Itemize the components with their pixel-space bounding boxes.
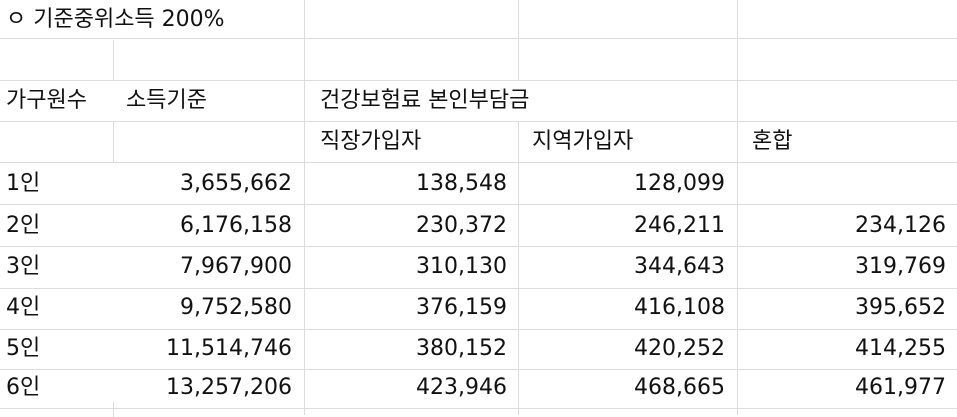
header-premium[interactable]: 건강보험료 본인부담금 (320, 81, 529, 121)
row-households[interactable]: 6인 (6, 368, 40, 408)
row-mixed[interactable]: 234,126 (738, 206, 946, 246)
row-regional[interactable]: 416,108 (519, 288, 725, 328)
grid-line (113, 122, 114, 162)
row-income[interactable]: 13,257,206 (114, 368, 292, 408)
row-employee[interactable]: 138,548 (305, 164, 507, 204)
header-income[interactable]: 소득기준 (126, 81, 207, 121)
row-mixed[interactable]: 414,255 (738, 329, 946, 369)
row-households[interactable]: 2인 (6, 206, 40, 246)
row-households[interactable]: 4인 (6, 288, 40, 328)
row-regional[interactable]: 468,665 (519, 368, 725, 408)
grid-line (113, 40, 114, 80)
grid-line (518, 0, 519, 80)
grid-line (0, 162, 957, 163)
subheader-mixed[interactable]: 혼합 (752, 122, 792, 162)
spreadsheet-grid: ㅇ 기준중위소득 200% 가구원수 소득기준 건강보험료 본인부담금 직장가입… (0, 0, 957, 417)
row-employee[interactable]: 380,152 (305, 329, 507, 369)
row-mixed[interactable]: 395,652 (738, 288, 946, 328)
row-mixed[interactable] (738, 164, 946, 204)
grid-line (0, 121, 957, 122)
row-households[interactable]: 5인 (6, 329, 40, 369)
row-employee[interactable]: 376,159 (305, 288, 507, 328)
row-regional[interactable]: 246,211 (519, 206, 725, 246)
row-mixed[interactable]: 319,769 (738, 247, 946, 287)
row-income[interactable]: 11,514,746 (114, 329, 292, 369)
grid-line (0, 204, 957, 205)
subheader-employee[interactable]: 직장가입자 (320, 122, 421, 162)
row-employee[interactable]: 423,946 (305, 368, 507, 408)
row-households[interactable]: 3인 (6, 247, 40, 287)
grid-line (0, 408, 957, 409)
row-regional[interactable]: 420,252 (519, 329, 725, 369)
header-households[interactable]: 가구원수 (6, 81, 87, 121)
row-income[interactable]: 6,176,158 (114, 206, 292, 246)
row-regional[interactable]: 128,099 (519, 164, 725, 204)
row-income[interactable]: 3,655,662 (114, 164, 292, 204)
row-income[interactable]: 9,752,580 (114, 288, 292, 328)
subheader-regional[interactable]: 지역가입자 (532, 122, 633, 162)
row-employee[interactable]: 230,372 (305, 206, 507, 246)
row-income[interactable]: 7,967,900 (114, 247, 292, 287)
row-employee[interactable]: 310,130 (305, 247, 507, 287)
row-regional[interactable]: 344,643 (519, 247, 725, 287)
sheet-title[interactable]: ㅇ 기준중위소득 200% (6, 0, 225, 40)
row-mixed[interactable]: 461,977 (738, 368, 946, 408)
row-households[interactable]: 1인 (6, 164, 40, 204)
